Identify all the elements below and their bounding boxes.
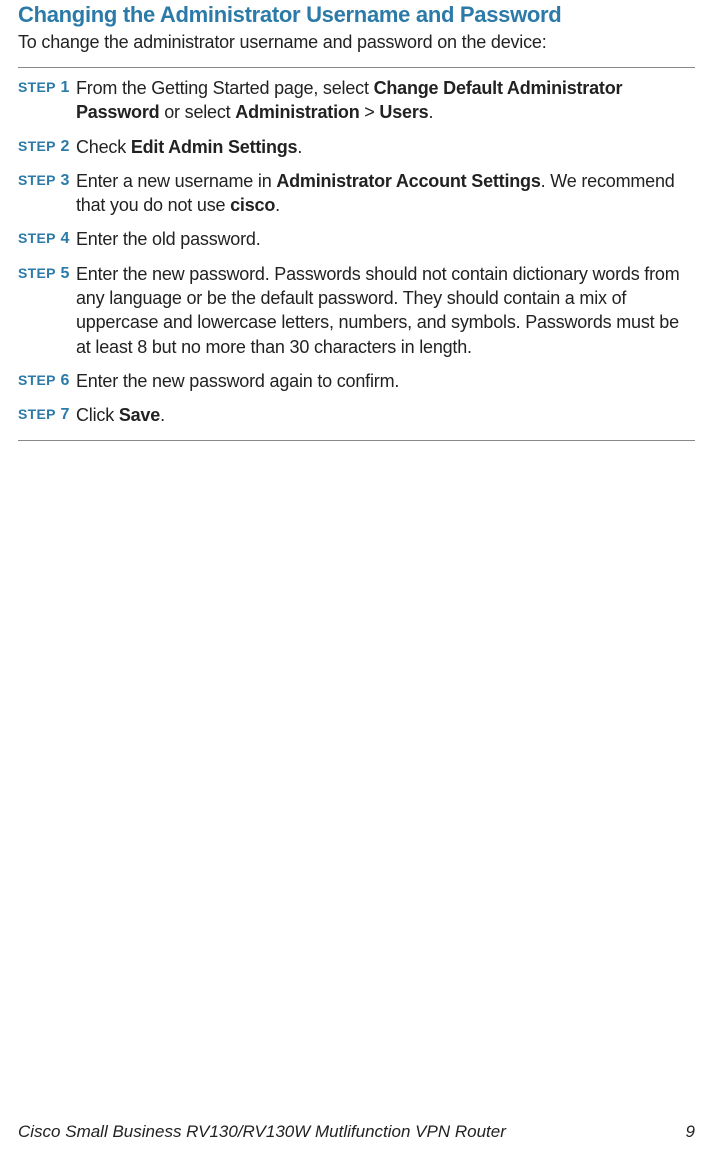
steps-list: STEP 1From the Getting Started page, sel… <box>18 76 695 428</box>
step-label: STEP 6 <box>18 369 76 390</box>
step-item: STEP 1From the Getting Started page, sel… <box>18 76 695 125</box>
step-text: Enter the old password. <box>76 227 261 251</box>
step-item: STEP 6Enter the new password again to co… <box>18 369 695 393</box>
step-item: STEP 2Check Edit Admin Settings. <box>18 135 695 159</box>
step-text: Check Edit Admin Settings. <box>76 135 302 159</box>
intro-text: To change the administrator username and… <box>18 32 695 53</box>
step-item: STEP 3Enter a new username in Administra… <box>18 169 695 218</box>
step-item: STEP 7Click Save. <box>18 403 695 427</box>
step-text: Click Save. <box>76 403 165 427</box>
footer-title: Cisco Small Business RV130/RV130W Mutlif… <box>18 1122 506 1142</box>
footer-page-number: 9 <box>686 1122 695 1142</box>
step-text: Enter a new username in Administrator Ac… <box>76 169 695 218</box>
page-footer: Cisco Small Business RV130/RV130W Mutlif… <box>18 1122 695 1142</box>
step-label: STEP 2 <box>18 135 76 156</box>
step-label: STEP 5 <box>18 262 76 283</box>
top-rule <box>18 67 695 68</box>
step-item: STEP 4Enter the old password. <box>18 227 695 251</box>
step-text: Enter the new password. Passwords should… <box>76 262 695 359</box>
step-label: STEP 7 <box>18 403 76 424</box>
step-text: From the Getting Started page, select Ch… <box>76 76 695 125</box>
step-label: STEP 4 <box>18 227 76 248</box>
step-item: STEP 5Enter the new password. Passwords … <box>18 262 695 359</box>
step-label: STEP 3 <box>18 169 76 190</box>
section-heading: Changing the Administrator Username and … <box>18 0 695 28</box>
bottom-rule <box>18 440 695 441</box>
step-text: Enter the new password again to confirm. <box>76 369 399 393</box>
step-label: STEP 1 <box>18 76 76 97</box>
